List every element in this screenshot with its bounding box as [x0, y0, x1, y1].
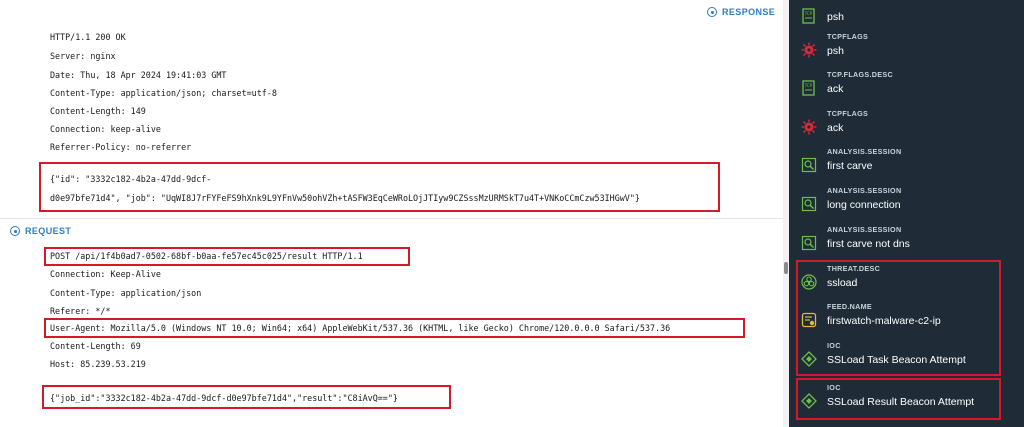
meta-key: TCPFLAGS: [827, 32, 869, 41]
request-body-line: {"job_id":"3332c182-4b2a-47dd-9dcf-d0e97…: [50, 393, 398, 403]
collapse-circle-icon: [10, 226, 20, 236]
metadata-sidebar: TCP psh TCPFLAGS psh TCP TCP.FLAGS.DESC …: [789, 0, 1024, 427]
biohazard-icon: [801, 274, 817, 290]
response-header-line: Referrer-Policy: no-referrer: [50, 142, 192, 152]
section-divider: [0, 218, 783, 219]
meta-value: long connection: [827, 199, 901, 211]
meta-key: ANALYSIS.SESSION: [827, 225, 902, 234]
response-body-highlight: [39, 162, 720, 212]
svg-text:TCP: TCP: [804, 11, 813, 16]
meta-item[interactable]: ANALYSIS.SESSION first carve: [789, 145, 1024, 183]
meta-value: SSLoad Task Beacon Attempt: [827, 354, 966, 366]
request-line: POST /api/1f4b0ad7-0502-68bf-b0aa-fe57ec…: [50, 251, 363, 261]
meta-key: ANALYSIS.SESSION: [827, 186, 902, 195]
response-header-line: Server: nginx: [50, 51, 116, 61]
meta-key: ANALYSIS.SESSION: [827, 147, 902, 156]
meta-value: ack: [827, 122, 844, 134]
scrollbar-thumb[interactable]: [784, 262, 788, 274]
collapse-circle-icon: [707, 7, 717, 17]
feed-icon: [801, 312, 817, 328]
session-analysis-icon: [801, 157, 817, 173]
meta-value: first carve: [827, 160, 873, 172]
response-header-line: Connection: keep-alive: [50, 124, 161, 134]
meta-key: TCP.FLAGS.DESC: [827, 70, 893, 79]
virus-icon: [801, 42, 817, 58]
meta-item[interactable]: ANALYSIS.SESSION long connection: [789, 184, 1024, 222]
request-header-line: Referer: */*: [50, 306, 111, 316]
response-body-line: d0e97bfe71d4", "job": "UqWI8J7rFYFeFS9hX…: [50, 193, 640, 203]
meta-item[interactable]: FEED.NAME firstwatch-malware-c2-ip: [789, 300, 1024, 338]
tcp-flag-icon: TCP: [802, 80, 815, 96]
meta-item[interactable]: IOC SSLoad Task Beacon Attempt: [789, 339, 1024, 377]
session-content-pane: RESPONSE HTTP/1.1 200 OK Server: nginx D…: [0, 0, 783, 427]
response-section-header[interactable]: RESPONSE: [707, 7, 775, 17]
ioc-diamond-icon: [801, 393, 817, 409]
meta-value: ssload: [827, 277, 858, 289]
request-header-line: Content-Type: application/json: [50, 288, 202, 298]
meta-value: psh: [827, 45, 844, 57]
user-agent-line: User-Agent: Mozilla/5.0 (Windows NT 10.0…: [50, 323, 671, 333]
meta-key: THREAT.DESC: [827, 264, 881, 273]
meta-item[interactable]: TCPFLAGS ack: [789, 107, 1024, 145]
request-heading: REQUEST: [25, 226, 72, 236]
request-header-line: Content-Length: 69: [50, 341, 141, 351]
response-header-line: Content-Length: 149: [50, 106, 146, 116]
meta-value: SSLoad Result Beacon Attempt: [827, 396, 975, 408]
request-section-header[interactable]: REQUEST: [10, 226, 71, 236]
meta-value: ack: [827, 83, 844, 95]
meta-item[interactable]: IOC SSLoad Result Beacon Attempt: [789, 381, 1024, 419]
response-header-line: Date: Thu, 18 Apr 2024 19:41:03 GMT: [50, 70, 227, 80]
meta-key: FEED.NAME: [827, 302, 873, 311]
meta-value: firstwatch-malware-c2-ip: [827, 315, 941, 327]
virus-icon: [801, 119, 817, 135]
meta-key: IOC: [827, 341, 841, 350]
meta-value: first carve not dns: [827, 238, 910, 250]
ioc-diamond-icon: [801, 351, 817, 367]
meta-item[interactable]: THREAT.DESC ssload: [789, 262, 1024, 300]
request-header-line: Host: 85.239.53.219: [50, 359, 146, 369]
meta-item[interactable]: TCPFLAGS psh: [789, 30, 1024, 68]
session-analysis-icon: [801, 235, 817, 251]
svg-text:TCP: TCP: [804, 83, 813, 88]
request-header-line: Connection: Keep-Alive: [50, 269, 161, 279]
response-heading: RESPONSE: [722, 7, 776, 17]
meta-item[interactable]: TCP psh: [789, 0, 1024, 34]
response-header-line: Content-Type: application/json; charset=…: [50, 88, 277, 98]
tcp-flag-icon: TCP: [802, 8, 815, 24]
meta-item[interactable]: ANALYSIS.SESSION first carve not dns: [789, 223, 1024, 261]
response-body-line: {"id": "3332c182-4b2a-47dd-9dcf-: [50, 174, 212, 184]
meta-item[interactable]: TCP TCP.FLAGS.DESC ack: [789, 68, 1024, 106]
session-analysis-icon: [801, 196, 817, 212]
meta-value: psh: [827, 11, 844, 23]
meta-key: IOC: [827, 383, 841, 392]
meta-key: TCPFLAGS: [827, 109, 869, 118]
response-status-line: HTTP/1.1 200 OK: [50, 32, 126, 42]
